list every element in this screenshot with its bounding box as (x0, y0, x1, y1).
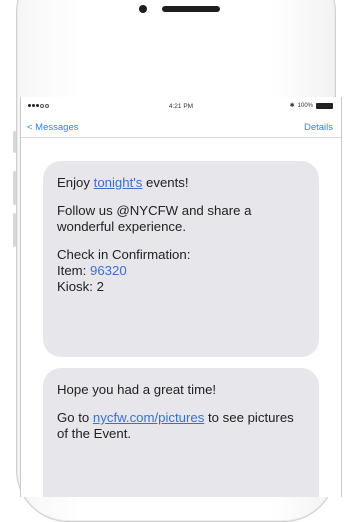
battery-icon (316, 102, 333, 109)
phone-screen: 4:21 PM ✱ 100% < Messages Details Enjoy … (20, 97, 342, 497)
front-camera-icon (139, 5, 147, 13)
back-to-messages-button[interactable]: < Messages (27, 122, 79, 133)
mute-switch (13, 131, 16, 153)
message-line: Kiosk: 2 (57, 279, 104, 294)
message-bubble: Enjoy tonight's events! Follow us @NYCFW… (43, 161, 319, 357)
message-text: Enjoy (57, 175, 94, 190)
message-line: Hope you had a great time! (57, 382, 217, 397)
volume-up-button (13, 171, 16, 205)
message-line: Enjoy tonight's events! (57, 175, 305, 191)
message-line: Go to nycfw.com/pictures to see pictures… (57, 410, 305, 442)
volume-down-button (13, 213, 16, 247)
navigation-bar: < Messages Details (21, 117, 341, 138)
bluetooth-icon: ✱ (289, 103, 295, 109)
tonights-link[interactable]: tonight's (94, 175, 143, 190)
message-text: events! (142, 175, 189, 190)
message-bubble: Hope you had a great time! Go to nycfw.c… (43, 368, 319, 497)
message-line: Check in Confirmation: (57, 247, 191, 262)
message-text: Go to (57, 410, 93, 425)
battery-status: ✱ 100% (290, 102, 333, 109)
item-label: Item: (57, 263, 90, 278)
message-line: Follow us @NYCFW and share a wonderful e… (57, 203, 252, 234)
details-button[interactable]: Details (304, 122, 333, 133)
item-number-link[interactable]: 96320 (90, 263, 127, 278)
status-bar: 4:21 PM ✱ 100% (21, 97, 341, 117)
battery-percent: 100% (297, 102, 313, 109)
pictures-url-link[interactable]: nycfw.com/pictures (93, 410, 204, 425)
earpiece-speaker (162, 6, 220, 12)
message-line: Item: 96320 (57, 263, 305, 279)
